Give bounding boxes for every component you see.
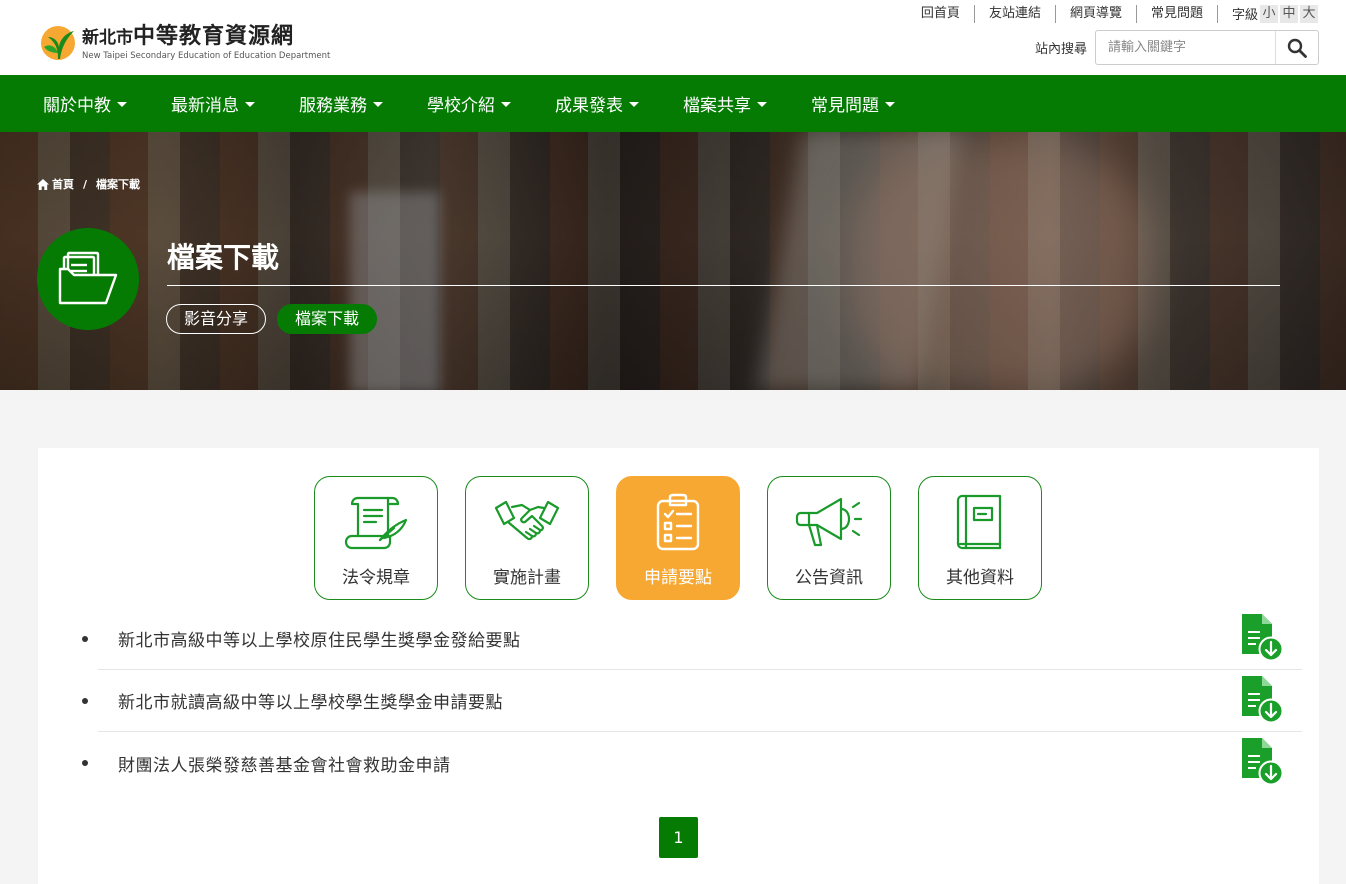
- list-item: 新北市就讀高級中等以上學校學生獎學金申請要點: [82, 670, 1302, 732]
- page-folder-icon: [37, 228, 139, 330]
- site-search: 站內搜尋: [1035, 30, 1319, 65]
- category-application-guidelines[interactable]: 申請要點: [616, 476, 740, 600]
- scroll-quill-icon: [344, 493, 408, 551]
- page-title: 檔案下載: [167, 241, 280, 274]
- nav-label: 成果發表: [555, 96, 623, 116]
- font-size-large[interactable]: 大: [1300, 4, 1318, 23]
- subtab-video-sharing[interactable]: 影音分享: [166, 304, 267, 334]
- caret-down-icon: [757, 102, 767, 107]
- breadcrumb-separator: /: [83, 177, 88, 191]
- breadcrumb-current: 檔案下載: [96, 178, 141, 191]
- site-logo[interactable]: 新北市中等教育資源網 New Taipei Secondary Educatio…: [40, 18, 330, 61]
- nav-label: 關於中教: [43, 96, 111, 116]
- list-bullet: [82, 760, 88, 766]
- nav-file-sharing[interactable]: 檔案共享: [683, 91, 767, 116]
- caret-down-icon: [885, 102, 895, 107]
- site-title: 新北市中等教育資源網: [82, 24, 295, 49]
- clipboard-checklist-icon: [654, 493, 702, 551]
- font-size-label: 字級: [1231, 8, 1258, 23]
- caret-down-icon: [373, 102, 383, 107]
- file-list: 新北市高級中等以上學校原住民學生獎學金發給要點 新北市就讀高級中等以上學校學生獎…: [82, 608, 1302, 794]
- file-download-icon[interactable]: [1240, 676, 1284, 724]
- list-item: 新北市高級中等以上學校原住民學生獎學金發給要點: [82, 608, 1302, 670]
- caret-down-icon: [245, 102, 255, 107]
- category-label: 公告資訊: [795, 568, 863, 588]
- toplink-faq[interactable]: 常見問題: [1137, 4, 1218, 23]
- nav-schools[interactable]: 學校介紹: [427, 91, 511, 116]
- megaphone-icon: [795, 493, 863, 551]
- nav-faq[interactable]: 常見問題: [811, 91, 895, 116]
- nav-label: 學校介紹: [427, 96, 495, 116]
- category-label: 其他資料: [946, 568, 1014, 588]
- top-links: 回首頁 友站連結 網頁導覽 常見問題 字級 小 中 大: [921, 4, 1318, 23]
- search-button[interactable]: [1275, 31, 1318, 64]
- caret-down-icon: [117, 102, 127, 107]
- font-size-medium[interactable]: 中: [1280, 4, 1298, 23]
- file-download-icon[interactable]: [1240, 738, 1284, 786]
- toplink-home[interactable]: 回首頁: [921, 4, 975, 23]
- pagination-page-1[interactable]: 1: [659, 817, 698, 858]
- category-other-documents[interactable]: 其他資料: [918, 476, 1042, 600]
- category-implementation-plans[interactable]: 實施計畫: [465, 476, 589, 600]
- nav-about[interactable]: 關於中教: [43, 91, 127, 116]
- nav-services[interactable]: 服務業務: [299, 91, 383, 116]
- handshake-icon: [494, 493, 560, 551]
- page-banner: 首頁 / 檔案下載 檔案下載 影音分享 檔案下載: [0, 132, 1346, 390]
- nav-news[interactable]: 最新消息: [171, 91, 255, 116]
- leaf-logo-icon: [40, 19, 76, 61]
- site-header: 新北市中等教育資源網 New Taipei Secondary Educatio…: [0, 0, 1346, 75]
- toplink-sitemap[interactable]: 網頁導覽: [1056, 4, 1137, 23]
- nav-label: 服務業務: [299, 96, 367, 116]
- list-item: 財團法人張榮發慈善基金會社會救助金申請: [82, 732, 1302, 794]
- main-nav: 關於中教 最新消息 服務業務 學校介紹 成果發表 檔案共享 常見問題: [0, 75, 1346, 132]
- logo-text: 新北市中等教育資源網 New Taipei Secondary Educatio…: [82, 18, 330, 61]
- search-label: 站內搜尋: [1034, 42, 1087, 57]
- category-label: 實施計畫: [493, 568, 561, 588]
- category-tabs: 法令規章 實施計畫 申請要點 公告資訊 其他資料: [314, 476, 1069, 600]
- home-icon: [37, 178, 49, 190]
- category-label: 申請要點: [644, 568, 712, 588]
- category-announcements[interactable]: 公告資訊: [767, 476, 891, 600]
- search-icon: [1287, 38, 1307, 58]
- nav-achievements[interactable]: 成果發表: [555, 91, 639, 116]
- file-link[interactable]: 新北市就讀高級中等以上學校學生獎學金申請要點: [118, 688, 503, 713]
- breadcrumb: 首頁 / 檔案下載: [37, 176, 140, 192]
- list-bullet: [82, 697, 88, 704]
- category-label: 法令規章: [342, 568, 410, 588]
- search-input[interactable]: [1096, 31, 1275, 64]
- nav-label: 常見問題: [811, 96, 879, 116]
- title-divider: [167, 285, 1280, 286]
- list-bullet: [82, 635, 88, 642]
- book-icon: [956, 493, 1004, 551]
- search-box: [1095, 30, 1319, 65]
- font-size-small[interactable]: 小: [1260, 4, 1278, 23]
- category-regulations[interactable]: 法令規章: [314, 476, 438, 600]
- nav-label: 最新消息: [171, 96, 239, 116]
- nav-label: 檔案共享: [683, 96, 751, 116]
- file-link[interactable]: 新北市高級中等以上學校原住民學生獎學金發給要點: [118, 626, 521, 651]
- breadcrumb-home[interactable]: 首頁: [52, 176, 74, 192]
- file-link[interactable]: 財團法人張榮發慈善基金會社會救助金申請: [118, 751, 451, 776]
- caret-down-icon: [629, 102, 639, 107]
- file-download-icon[interactable]: [1240, 614, 1284, 662]
- toplink-partner-sites[interactable]: 友站連結: [975, 4, 1056, 23]
- font-size-control: 字級 小 中 大: [1218, 4, 1318, 23]
- site-subtitle: New Taipei Secondary Education of Educat…: [82, 51, 331, 61]
- content-card: 法令規章 實施計畫 申請要點 公告資訊 其他資料 新北市高級中等以上學校原住民學…: [38, 448, 1319, 884]
- caret-down-icon: [501, 102, 511, 107]
- subtab-file-download[interactable]: 檔案下載: [277, 304, 378, 334]
- subtabs: 影音分享 檔案下載: [166, 304, 388, 334]
